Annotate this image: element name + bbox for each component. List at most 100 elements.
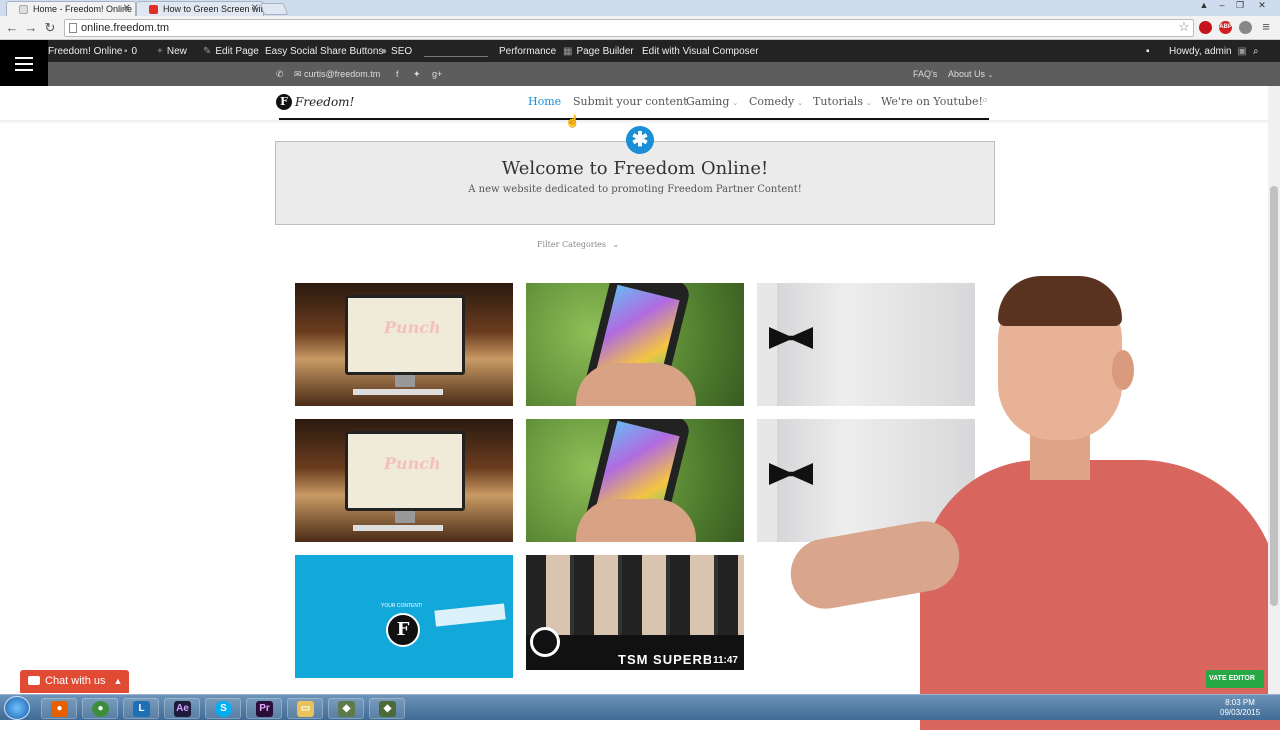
post-thumbnail-tsm[interactable]: TSM SUPERBC 11:47 — [526, 555, 744, 670]
browser-tab-strip: Home - Freedom! Online ✕ How to Green Sc… — [0, 0, 1280, 16]
taskbar-firefox-icon[interactable]: ● — [41, 698, 77, 719]
post-thumbnail-desk[interactable]: Punch — [295, 283, 513, 406]
extension-gear-icon[interactable] — [1239, 21, 1252, 34]
user-icon[interactable]: ▲ — [1196, 0, 1212, 11]
start-button-icon[interactable] — [4, 696, 30, 720]
seo-dot-icon: ● — [381, 46, 388, 57]
browser-toolbar: ← → ↻ online.freedom.tm ☆ ABP ≡ — [0, 16, 1280, 40]
bowtie-image — [769, 463, 813, 485]
system-clock[interactable]: 8:03 PM 09/03/2015 — [1220, 698, 1260, 718]
nav-youtube[interactable]: We're on Youtube! — [881, 95, 983, 108]
taskbar-explorer-icon[interactable]: ▭ — [287, 698, 323, 719]
tab-green-screen[interactable]: How to Green Screen with ✕ — [136, 1, 264, 16]
chevron-up-icon: ▲ — [113, 676, 123, 686]
admin-site-link[interactable]: Freedom! Online — [48, 46, 122, 57]
chevron-down-icon: ⌄ — [732, 99, 739, 107]
adblock-icon[interactable]: ABP — [1219, 21, 1232, 34]
bookmark-star-icon[interactable]: ☆ — [1176, 19, 1192, 35]
welcome-title: Welcome to Freedom Online! — [501, 158, 769, 179]
taskbar-chrome-icon[interactable]: ● — [82, 698, 118, 719]
topbar-email[interactable]: ✉ curtis@freedom.tm — [294, 69, 380, 80]
chevron-down-icon: ⌄ — [612, 240, 620, 249]
admin-new[interactable]: + New — [157, 46, 187, 57]
taskbar-premiere-icon[interactable]: Pr — [246, 698, 282, 719]
nav-tutorials[interactable]: Tutorials ⌄ — [813, 95, 872, 108]
close-tab-icon[interactable]: ✕ — [123, 3, 131, 14]
tab-freedom-online[interactable]: Home - Freedom! Online ✕ — [6, 1, 136, 16]
admin-visual-composer[interactable]: Edit with Visual Composer — [642, 46, 759, 57]
edit-page-label: Edit Page — [215, 46, 259, 57]
comments-count: 0 — [131, 46, 138, 57]
tsm-logo-icon — [530, 627, 560, 657]
post-thumbnail-your-content[interactable]: YOUR CONTENT! F — [295, 555, 513, 678]
chat-with-us-button[interactable]: Chat with us ▲ — [20, 670, 129, 693]
search-icon[interactable]: ⌕ — [982, 93, 988, 107]
nav-home[interactable]: Home — [528, 95, 561, 108]
topbar-faqs[interactable]: FAQ's — [913, 69, 937, 79]
maximize-icon[interactable]: ❐ — [1232, 0, 1248, 11]
close-window-icon[interactable]: ✕ — [1254, 0, 1270, 11]
twitter-icon[interactable]: ✦ — [413, 69, 421, 80]
windows-taskbar: ● ● L Ae S Pr ▭ ◆ ◆ 8:03 PM 09/03/2015 — [0, 694, 1280, 720]
nav-submit-content[interactable]: Submit your content — [573, 95, 688, 108]
post-thumbnail-phone[interactable] — [526, 283, 744, 406]
address-bar[interactable]: online.freedom.tm — [64, 19, 1194, 37]
seo-label: SEO — [391, 46, 413, 57]
reload-icon[interactable]: ↻ — [42, 20, 58, 36]
admin-social-share[interactable]: Easy Social Share Buttons — [265, 46, 383, 57]
topbar-about[interactable]: About Us ⌄ — [948, 69, 993, 79]
brush-stroke-image — [434, 603, 506, 627]
nav-gaming[interactable]: Gaming ⌄ — [686, 95, 738, 108]
new-tab-button[interactable] — [259, 3, 289, 15]
taskbar-app-icon[interactable]: ◆ — [328, 698, 364, 719]
post-thumbnail-phone[interactable] — [526, 419, 744, 542]
admin-performance[interactable]: Performance — [499, 46, 556, 57]
bowtie-image — [769, 327, 813, 349]
nav-comedy[interactable]: Comedy ⌄ — [749, 95, 803, 108]
nav-tutorials-label: Tutorials — [813, 95, 863, 108]
clock-time: 8:03 PM — [1225, 698, 1255, 707]
howdy-label: Howdy, admin — [1169, 46, 1232, 57]
admin-search-icon[interactable]: ⌕ — [1253, 46, 1259, 57]
admin-comments[interactable]: ▪ 0 — [124, 46, 137, 57]
hand-image — [576, 363, 696, 406]
keyboard-image — [353, 525, 443, 531]
scrollbar-thumb[interactable] — [1270, 186, 1278, 606]
facebook-icon[interactable]: f — [396, 69, 399, 79]
minimize-icon[interactable]: – — [1214, 0, 1230, 11]
site-topbar: ✆ ✉ curtis@freedom.tm f ✦ g+ FAQ's About… — [48, 62, 1280, 86]
admin-edit-page[interactable]: ✎ Edit Page — [203, 46, 259, 57]
monitor-image: Punch — [345, 431, 465, 511]
admin-howdy[interactable]: Howdy, admin ▣ — [1169, 46, 1251, 57]
desk-screen-text: Punch — [384, 454, 441, 473]
page-scrollbar[interactable] — [1268, 86, 1280, 694]
forward-icon[interactable]: → — [23, 20, 39, 36]
private-editor-button[interactable]: VATE EDITOR — [1206, 670, 1264, 688]
taskbar-lync-icon[interactable]: L — [123, 698, 159, 719]
monitor-stand — [395, 511, 415, 523]
desk-screen-text: Punch — [384, 318, 441, 337]
taskbar-after-effects-icon[interactable]: Ae — [164, 698, 200, 719]
admin-page-builder[interactable]: ▦ Page Builder — [563, 46, 634, 57]
admin-notification-icon[interactable]: ▪ — [1146, 46, 1150, 57]
close-tab-icon[interactable]: ✕ — [251, 3, 259, 14]
presenter-video-overlay — [785, 270, 1280, 730]
hamburger-menu-button[interactable] — [0, 40, 48, 86]
nav-comedy-label: Comedy — [749, 95, 795, 108]
chevron-down-icon: ⌄ — [987, 72, 994, 79]
filter-categories-dropdown[interactable]: Filter Categories ⌄ — [537, 240, 619, 249]
chrome-menu-icon[interactable]: ≡ — [1258, 19, 1274, 35]
asterisk-badge-icon: ✱ — [626, 126, 654, 154]
taskbar-skype-icon[interactable]: S — [205, 698, 241, 719]
extension-record-icon[interactable] — [1199, 21, 1212, 34]
site-logo[interactable]: F Freedom! — [276, 93, 354, 111]
video-duration: 11:47 — [710, 655, 740, 666]
pencil-icon: ✎ — [203, 46, 212, 57]
about-label: About Us — [948, 69, 986, 79]
google-plus-icon[interactable]: g+ — [432, 69, 442, 79]
post-thumbnail-desk[interactable]: Punch — [295, 419, 513, 542]
admin-seo[interactable]: ● SEO — [381, 46, 412, 57]
taskbar-app2-icon[interactable]: ◆ — [369, 698, 405, 719]
plus-icon: + — [157, 46, 163, 57]
back-icon[interactable]: ← — [4, 20, 20, 36]
